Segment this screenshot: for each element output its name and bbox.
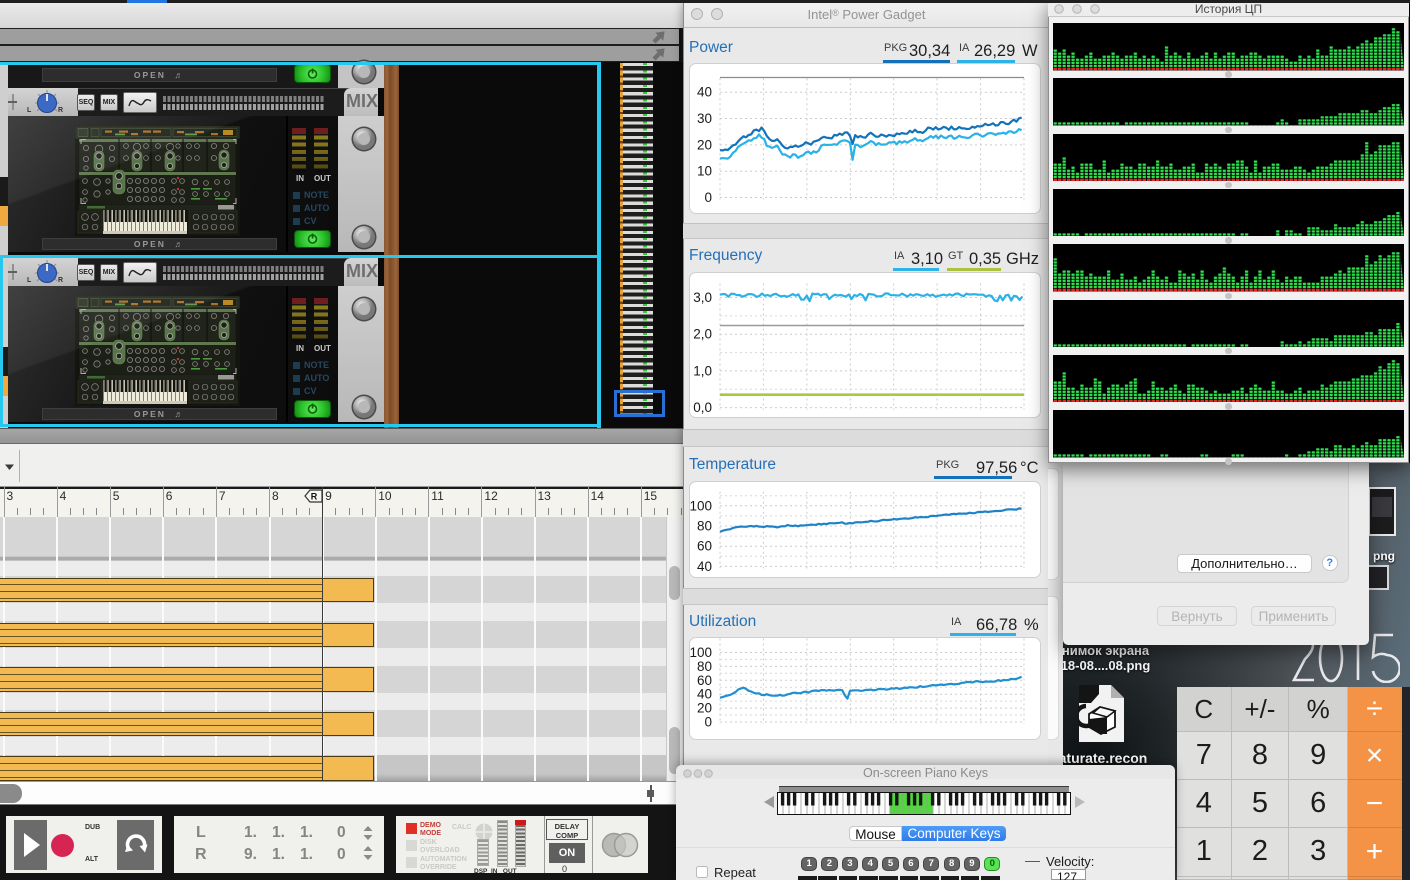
svg-text:100: 100 [689, 498, 712, 513]
svg-text:80: 80 [697, 659, 712, 674]
svg-text:0: 0 [704, 190, 712, 205]
svg-text:0,0: 0,0 [693, 400, 712, 415]
svg-text:40: 40 [697, 559, 712, 574]
svg-text:30: 30 [697, 111, 712, 126]
svg-text:40: 40 [697, 85, 712, 100]
svg-text:R: R [311, 491, 318, 501]
svg-text:0: 0 [704, 715, 712, 730]
svg-text:100: 100 [689, 645, 712, 660]
svg-text:10: 10 [697, 164, 712, 179]
svg-text:20: 20 [697, 701, 712, 716]
svg-text:20: 20 [697, 137, 712, 152]
svg-text:40: 40 [697, 687, 712, 702]
svg-text:60: 60 [697, 539, 712, 554]
svg-text:80: 80 [697, 519, 712, 534]
svg-text:60: 60 [697, 673, 712, 688]
svg-text:3,0: 3,0 [693, 290, 712, 305]
svg-text:1,0: 1,0 [693, 363, 712, 378]
svg-text:2,0: 2,0 [693, 327, 712, 342]
